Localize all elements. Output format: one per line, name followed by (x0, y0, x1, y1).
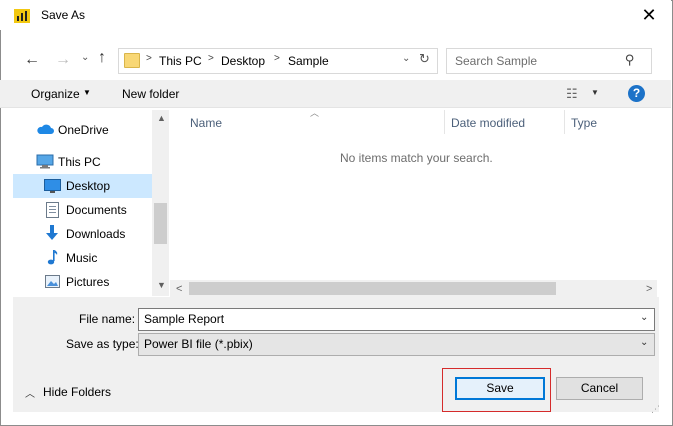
view-details-icon[interactable]: ☷ (566, 86, 578, 102)
resize-grip-icon[interactable]: ⋰ (651, 404, 660, 415)
save-button[interactable]: Save (455, 377, 545, 400)
new-folder-button[interactable]: New folder (122, 87, 179, 101)
column-header-type[interactable]: Type (571, 116, 597, 130)
sidebar-item-downloads[interactable]: Downloads (13, 222, 152, 246)
column-header-name[interactable]: Name (190, 116, 222, 130)
sidebar-item-this-pc[interactable]: This PC (13, 150, 152, 174)
music-icon (47, 250, 58, 265)
view-dropdown-icon[interactable]: ▼ (591, 88, 599, 97)
help-icon[interactable]: ? (628, 85, 645, 102)
save-as-type-dropdown-icon[interactable]: ⌄ (640, 337, 648, 348)
save-as-type-value[interactable]: Power BI file (*.pbix) (144, 337, 253, 351)
sidebar-item-label: Downloads (66, 227, 126, 241)
column-divider[interactable] (564, 110, 565, 134)
breadcrumb-this-pc[interactable]: This PC (159, 54, 202, 68)
scroll-left-icon[interactable]: < (176, 283, 182, 295)
sidebar-item-pictures[interactable]: Pictures (13, 270, 152, 294)
scrollbar-thumb[interactable] (189, 282, 556, 295)
hide-folders-button[interactable]: Hide Folders (43, 385, 111, 399)
sidebar-item-documents[interactable]: Documents (13, 198, 152, 222)
chevron-up-icon[interactable]: ︿ (25, 385, 35, 400)
close-button[interactable]: ✕ (628, 1, 670, 29)
forward-arrow-icon[interactable]: → (55, 52, 71, 68)
desktop-icon (44, 179, 61, 193)
powerbi-app-icon (14, 9, 30, 23)
title-bar (0, 0, 671, 30)
sidebar-item-label: Documents (66, 203, 127, 217)
breadcrumb-separator-icon[interactable]: > (208, 53, 214, 64)
scroll-down-icon[interactable]: ▼ (157, 280, 166, 290)
address-dropdown-icon[interactable]: ⌄ (402, 53, 410, 64)
file-name-dropdown-icon[interactable]: ⌄ (640, 312, 648, 323)
column-divider[interactable] (444, 110, 445, 134)
sort-ascending-icon: ︿ (310, 108, 320, 118)
folder-icon (124, 53, 140, 68)
save-as-type-label: Save as type: (66, 337, 139, 351)
sidebar-item-label: Pictures (66, 275, 110, 289)
scroll-up-icon[interactable]: ▲ (157, 113, 166, 123)
computer-icon (36, 154, 54, 169)
breadcrumb-separator-icon[interactable]: > (146, 53, 152, 64)
sidebar-item-label: Desktop (66, 179, 111, 193)
column-header-date-modified[interactable]: Date modified (451, 116, 525, 130)
breadcrumb-desktop[interactable]: Desktop (221, 54, 265, 68)
onedrive-icon (37, 124, 54, 134)
sidebar-item-music[interactable]: Music (13, 246, 152, 270)
window-title: Save As (41, 8, 86, 22)
documents-icon (46, 202, 59, 218)
file-name-label: File name: (79, 312, 136, 326)
organize-button[interactable]: Organize (31, 87, 80, 101)
organize-dropdown-icon[interactable]: ▼ (83, 88, 91, 97)
scrollbar-thumb[interactable] (154, 203, 167, 244)
breadcrumb-sample[interactable]: Sample (288, 54, 329, 68)
empty-folder-message: No items match your search. (340, 151, 493, 165)
scroll-right-icon[interactable]: > (646, 283, 652, 295)
recent-locations-chevron-icon[interactable]: ⌄ (81, 52, 89, 63)
back-arrow-icon[interactable]: ← (24, 52, 40, 68)
sidebar-item-onedrive[interactable]: OneDrive (13, 118, 152, 142)
search-icon[interactable]: ⚲ (625, 52, 635, 68)
sidebar-item-label: This PC (58, 155, 101, 169)
search-placeholder: Search Sample (455, 54, 538, 68)
sidebar-item-label: OneDrive (58, 123, 109, 137)
file-name-value[interactable]: Sample Report (144, 312, 224, 326)
refresh-icon[interactable]: ↻ (419, 51, 430, 67)
sidebar-item-desktop[interactable]: Desktop (13, 174, 152, 198)
up-arrow-icon[interactable]: ↑ (98, 50, 106, 66)
breadcrumb-separator-icon[interactable]: > (274, 53, 280, 64)
pictures-icon (45, 275, 60, 288)
cancel-button[interactable]: Cancel (556, 377, 643, 400)
downloads-icon (46, 225, 58, 240)
sidebar-item-label: Music (66, 251, 98, 265)
